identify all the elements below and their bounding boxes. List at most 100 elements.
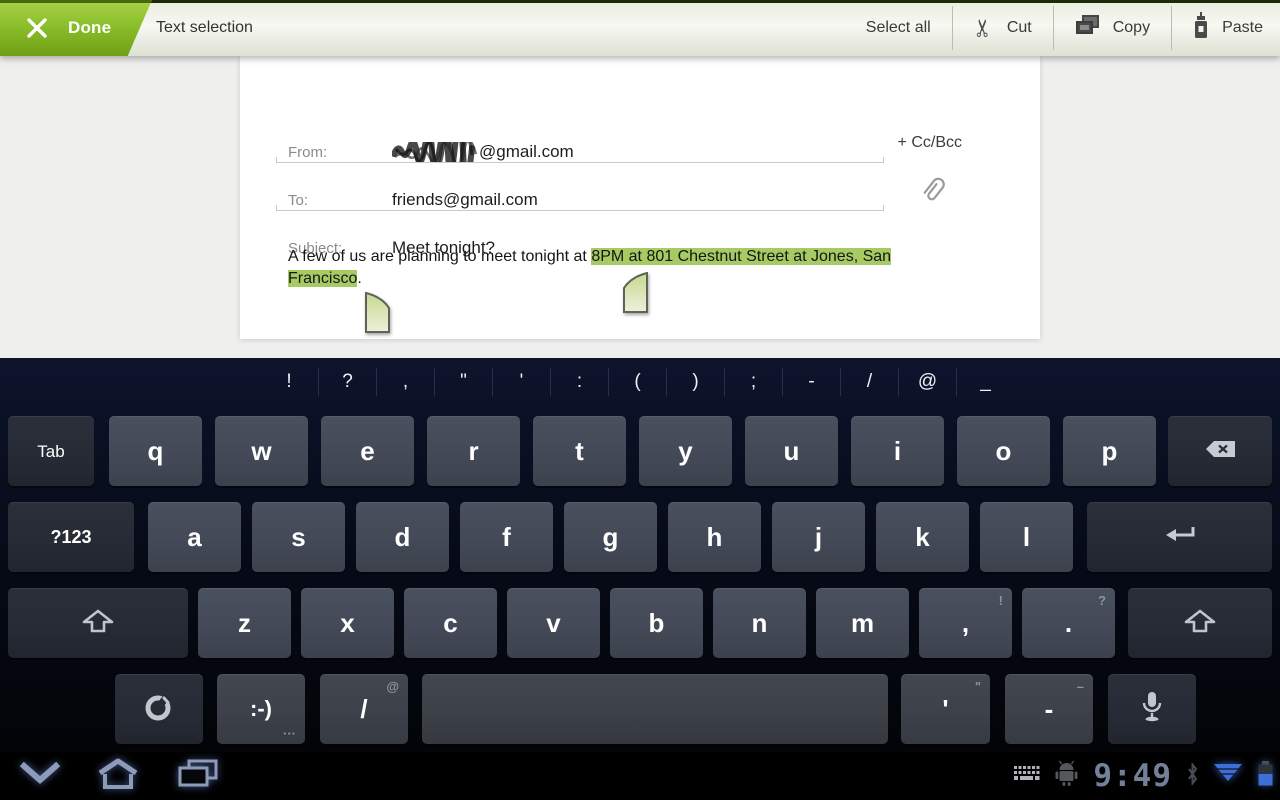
- key-period[interactable]: . ?: [1022, 588, 1115, 658]
- symbol-key[interactable]: ?: [318, 368, 376, 396]
- symbol-suggestion-row: ! ? , " ' : ( ) ; - / @ _: [260, 368, 1014, 396]
- status-area[interactable]: 9:49: [1013, 752, 1274, 800]
- key-r[interactable]: r: [427, 416, 520, 486]
- key-shift-right[interactable]: [1128, 588, 1272, 658]
- system-navigation-bar: 9:49: [0, 752, 1280, 800]
- symbol-key[interactable]: -: [782, 368, 840, 396]
- message-body-line2[interactable]: Francisco.: [288, 268, 362, 290]
- copy-icon: [1075, 14, 1100, 42]
- key-c[interactable]: c: [404, 588, 497, 658]
- key-j[interactable]: j: [772, 502, 865, 572]
- key-q[interactable]: q: [109, 416, 202, 486]
- key-comma[interactable]: , !: [919, 588, 1012, 658]
- chevron-down-icon: [19, 761, 61, 792]
- key-hint: !: [999, 593, 1003, 608]
- symbol-key[interactable]: :: [550, 368, 608, 396]
- recents-icon: [176, 758, 220, 795]
- key-s[interactable]: s: [252, 502, 345, 572]
- microphone-icon: [1141, 691, 1163, 728]
- key-tab[interactable]: Tab: [8, 416, 94, 486]
- cut-label: Cut: [1007, 19, 1032, 37]
- key-x[interactable]: x: [301, 588, 394, 658]
- copy-button[interactable]: Copy: [1075, 14, 1150, 42]
- key-b[interactable]: b: [610, 588, 703, 658]
- key-hint: @: [386, 679, 399, 694]
- selection-start-handle[interactable]: [623, 272, 648, 318]
- subject-field-underline: [276, 210, 884, 211]
- symbol-key[interactable]: /: [840, 368, 898, 396]
- close-icon: [26, 17, 48, 39]
- symbol-key[interactable]: ': [492, 368, 550, 396]
- key-apostrophe[interactable]: ' ": [901, 674, 990, 744]
- screen: Done Text selection Select all ✂ Cut Cop…: [0, 0, 1280, 800]
- message-body-line1[interactable]: A few of us are planning to meet tonight…: [288, 246, 891, 268]
- key-a[interactable]: a: [148, 502, 241, 572]
- key-m[interactable]: m: [816, 588, 909, 658]
- backspace-icon: [1205, 440, 1236, 463]
- to-field-underline: [276, 162, 884, 163]
- key-h[interactable]: h: [668, 502, 761, 572]
- key-z[interactable]: z: [198, 588, 291, 658]
- key-p[interactable]: p: [1063, 416, 1156, 486]
- back-hide-keyboard-button[interactable]: [14, 752, 66, 800]
- to-row: To: friends@gmail.com: [288, 184, 538, 216]
- copy-label: Copy: [1113, 19, 1150, 37]
- recent-apps-button[interactable]: [172, 752, 224, 800]
- key-e[interactable]: e: [321, 416, 414, 486]
- settings-dial-icon: [141, 689, 177, 730]
- symbol-key[interactable]: @: [898, 368, 956, 396]
- key-hint: ": [975, 679, 981, 694]
- symbol-key[interactable]: ;: [724, 368, 782, 396]
- cut-button[interactable]: ✂ Cut: [974, 16, 1032, 40]
- bluetooth-icon: [1186, 763, 1199, 790]
- add-cc-bcc-button[interactable]: + Cc/Bcc: [898, 134, 962, 152]
- divider: [952, 6, 953, 50]
- attachment-paperclip-icon[interactable]: [912, 170, 952, 212]
- key-l[interactable]: l: [980, 502, 1073, 572]
- divider: [1053, 6, 1054, 50]
- key-o[interactable]: o: [957, 416, 1050, 486]
- key-slash[interactable]: / @: [320, 674, 408, 744]
- key-voice-input[interactable]: [1108, 674, 1196, 744]
- symbol-key[interactable]: (: [608, 368, 666, 396]
- symbol-key[interactable]: ,: [376, 368, 434, 396]
- battery-icon: [1257, 760, 1274, 792]
- key-v[interactable]: v: [507, 588, 600, 658]
- scissors-icon: ✂: [972, 18, 996, 38]
- key-u[interactable]: u: [745, 416, 838, 486]
- body-text-plain: A few of us are planning to meet tonight…: [288, 248, 591, 265]
- compose-card: From: @gmail.com To: friends@gmail.com +…: [240, 56, 1040, 339]
- key-hint: ?: [1098, 593, 1106, 608]
- to-field[interactable]: friends@gmail.com: [392, 190, 538, 210]
- symbol-key[interactable]: ): [666, 368, 724, 396]
- key-t[interactable]: t: [533, 416, 626, 486]
- key-f[interactable]: f: [460, 502, 553, 572]
- key-space[interactable]: [422, 674, 888, 744]
- select-all-button[interactable]: Select all: [866, 19, 931, 37]
- key-backspace[interactable]: [1168, 416, 1272, 486]
- selection-actions: Select all ✂ Cut Copy: [866, 0, 1280, 56]
- symbol-key[interactable]: !: [260, 368, 318, 396]
- key-dash[interactable]: - –: [1005, 674, 1093, 744]
- key-n[interactable]: n: [713, 588, 806, 658]
- key-k[interactable]: k: [876, 502, 969, 572]
- key-w[interactable]: w: [215, 416, 308, 486]
- key-shift-left[interactable]: [8, 588, 188, 658]
- key-smiley[interactable]: :-) ···: [217, 674, 305, 744]
- home-button[interactable]: [92, 752, 144, 800]
- key-y[interactable]: y: [639, 416, 732, 486]
- key-d[interactable]: d: [356, 502, 449, 572]
- key-i[interactable]: i: [851, 416, 944, 486]
- key-symbols-toggle[interactable]: ?123: [8, 502, 134, 572]
- onscreen-keyboard: ! ? , " ' : ( ) ; - / @ _ Tab q w e r t …: [0, 358, 1280, 752]
- body-text-selected: 8PM at 801 Chestnut Street at Jones, San: [591, 248, 891, 265]
- paste-button[interactable]: Paste: [1193, 12, 1263, 44]
- done-button[interactable]: Done: [0, 0, 152, 56]
- key-enter[interactable]: [1087, 502, 1272, 572]
- key-settings[interactable]: [115, 674, 203, 744]
- selection-end-handle[interactable]: [365, 292, 390, 338]
- symbol-key[interactable]: _: [956, 368, 1014, 396]
- shift-icon: [1182, 609, 1218, 638]
- symbol-key[interactable]: ": [434, 368, 492, 396]
- key-g[interactable]: g: [564, 502, 657, 572]
